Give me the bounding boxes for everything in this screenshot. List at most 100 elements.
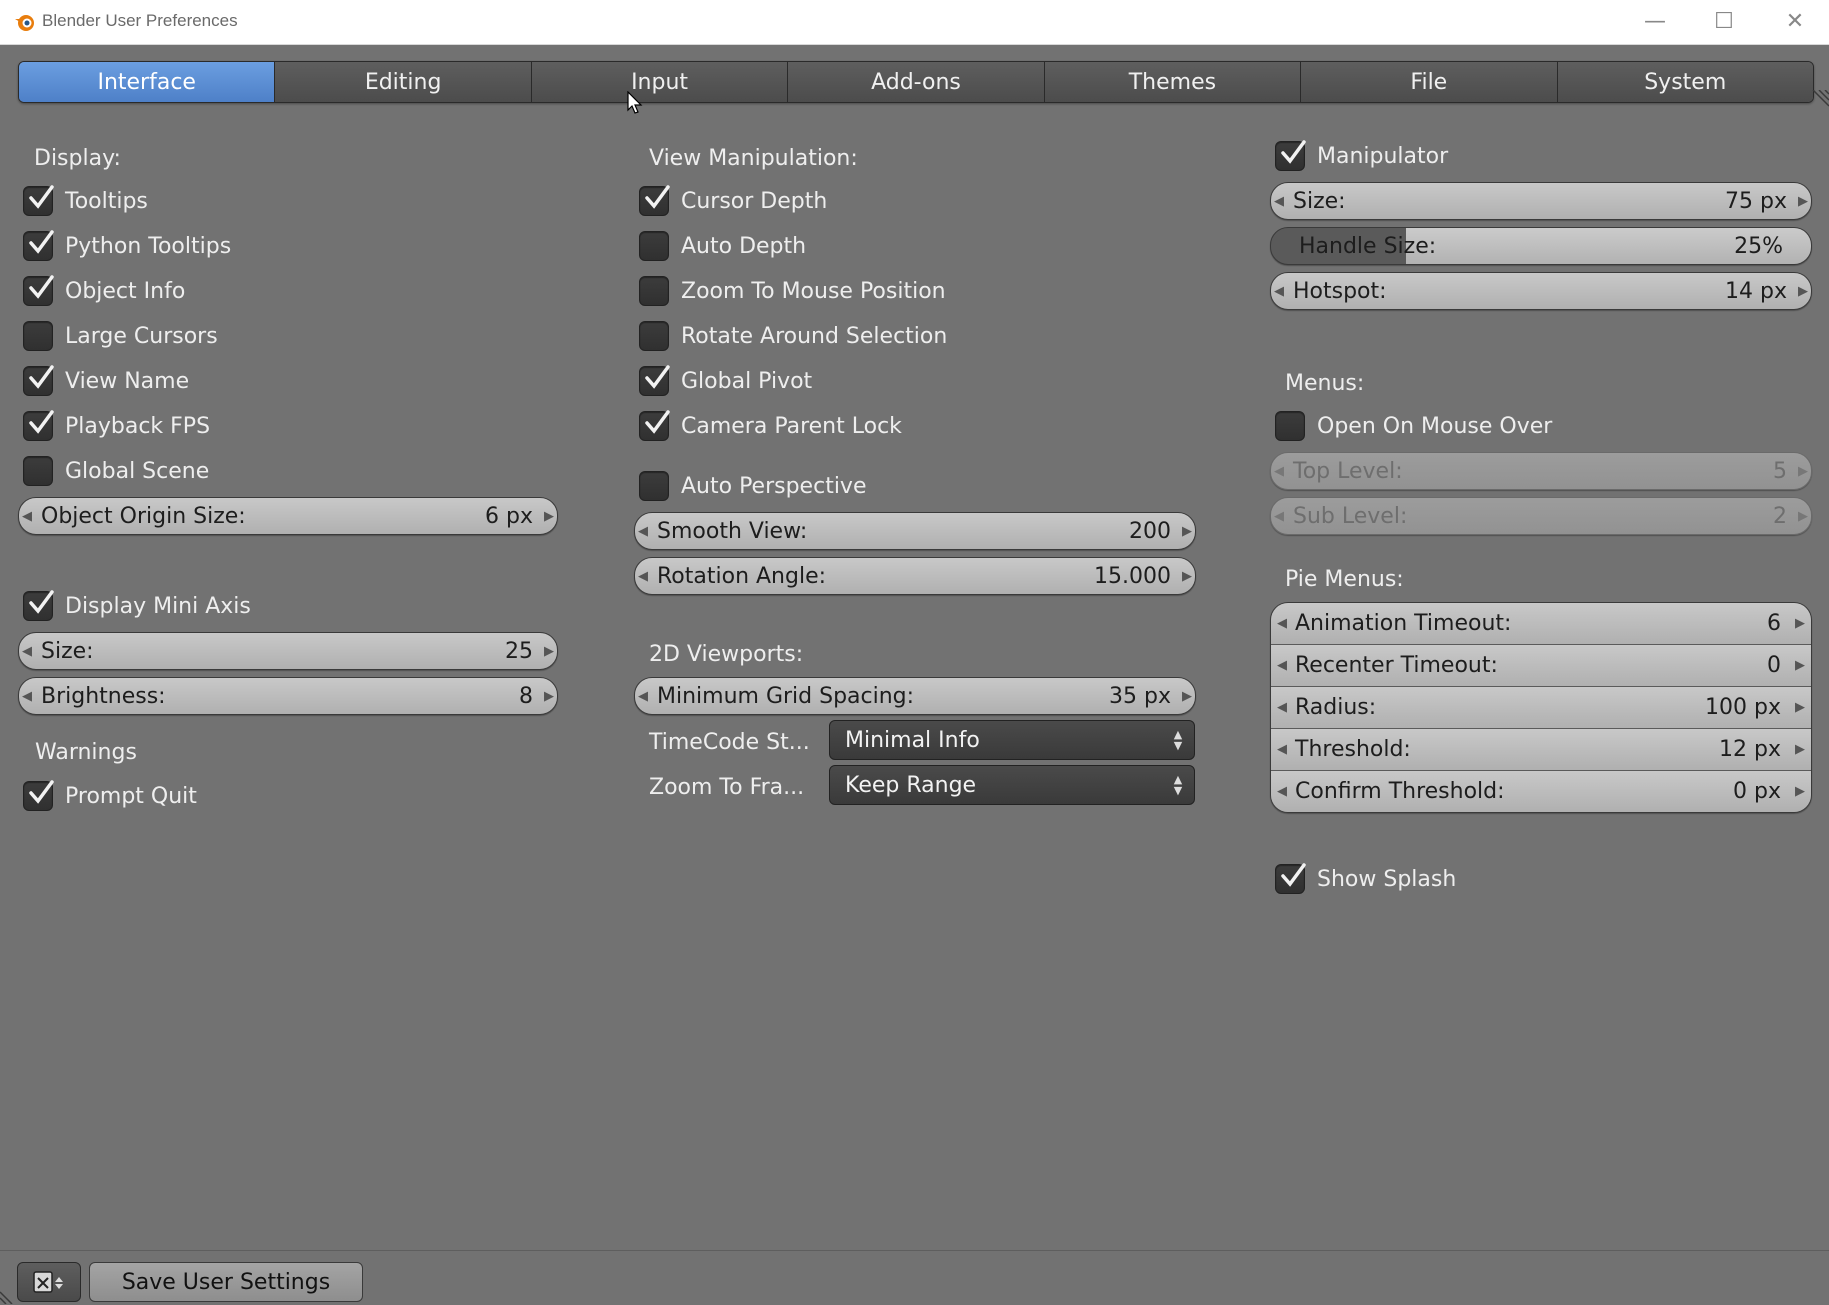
checkbox[interactable] xyxy=(639,365,670,396)
zoom-to-mouse-position-checkbox[interactable]: Zoom To Mouse Position xyxy=(639,276,946,306)
show-splash-checkbox[interactable]: Show Splash xyxy=(1275,863,1456,894)
checkbox[interactable] xyxy=(639,185,670,216)
mini-axis-size-field[interactable]: ◀ Size: 25 ▶ xyxy=(18,632,558,670)
save-user-settings-button[interactable]: Save User Settings xyxy=(89,1262,363,1302)
checkbox[interactable] xyxy=(1275,863,1306,894)
increment-arrow-icon[interactable]: ▶ xyxy=(1795,194,1811,209)
decrement-arrow-icon[interactable]: ◀ xyxy=(635,569,651,584)
decrement-arrow-icon[interactable]: ◀ xyxy=(19,644,35,659)
blender-logo-icon xyxy=(15,15,34,31)
menus-section-header: Menus: xyxy=(1285,371,1364,396)
checkbox[interactable] xyxy=(23,321,53,351)
object-info-checkbox[interactable]: Object Info xyxy=(23,275,186,306)
global-scene-checkbox[interactable]: Global Scene xyxy=(23,456,209,486)
checkbox[interactable] xyxy=(23,230,54,261)
checkbox[interactable] xyxy=(23,590,54,621)
tab-file[interactable]: File xyxy=(1301,62,1558,102)
radius-field[interactable]: ◀ Radius: 100 px ▶ xyxy=(1271,687,1811,729)
zoom-to-frame-select[interactable]: Keep Range ▲ ▼ xyxy=(829,765,1195,805)
rotate-around-selection-checkbox[interactable]: Rotate Around Selection xyxy=(639,321,947,351)
increment-arrow-icon[interactable]: ▶ xyxy=(541,509,557,524)
playback-fps-checkbox[interactable]: Playback FPS xyxy=(23,410,210,441)
decrement-arrow-icon[interactable]: ◀ xyxy=(19,689,35,704)
decrement-arrow-icon[interactable]: ◀ xyxy=(635,689,651,704)
increment-arrow-icon[interactable]: ▶ xyxy=(1789,658,1811,673)
large-cursors-checkbox[interactable]: Large Cursors xyxy=(23,321,218,351)
auto-perspective-checkbox[interactable]: Auto Perspective xyxy=(639,471,867,501)
checkbox-label: Object Info xyxy=(65,278,186,304)
global-pivot-checkbox[interactable]: Global Pivot xyxy=(639,365,812,396)
checkbox[interactable] xyxy=(1275,140,1306,171)
increment-arrow-icon[interactable]: ▶ xyxy=(541,689,557,704)
tab-interface[interactable]: Interface xyxy=(19,62,276,102)
decrement-arrow-icon[interactable]: ◀ xyxy=(1271,284,1287,299)
decrement-arrow-icon[interactable]: ◀ xyxy=(635,524,651,539)
cursor-depth-checkbox[interactable]: Cursor Depth xyxy=(639,185,827,216)
increment-arrow-icon[interactable]: ▶ xyxy=(1179,524,1195,539)
confirm-threshold-field[interactable]: ◀ Confirm Threshold: 0 px ▶ xyxy=(1271,771,1811,812)
minimize-button[interactable]: — xyxy=(1630,6,1680,36)
threshold-field[interactable]: ◀ Threshold: 12 px ▶ xyxy=(1271,729,1811,771)
increment-arrow-icon[interactable]: ▶ xyxy=(1789,616,1811,631)
area-corner-handle-icon[interactable] xyxy=(1807,90,1829,112)
editor-type-button[interactable] xyxy=(17,1262,81,1302)
tab-input[interactable]: Input xyxy=(531,62,789,102)
rotation-angle-field[interactable]: ◀ Rotation Angle: 15.000 ▶ xyxy=(634,557,1196,595)
checkbox[interactable] xyxy=(639,231,669,261)
checkbox[interactable] xyxy=(639,321,669,351)
minimum-grid-spacing-field[interactable]: ◀ Minimum Grid Spacing: 35 px ▶ xyxy=(634,677,1196,715)
checkbox[interactable] xyxy=(639,471,669,501)
tooltips-checkbox[interactable]: Tooltips xyxy=(23,185,148,216)
object-origin-size-field[interactable]: ◀ Object Origin Size: 6 px ▶ xyxy=(18,497,558,535)
manipulator-checkbox[interactable]: Manipulator xyxy=(1275,140,1448,171)
checkbox[interactable] xyxy=(639,276,669,306)
field-label: Threshold: xyxy=(1295,737,1411,762)
timecode-style-select[interactable]: Minimal Info ▲ ▼ xyxy=(829,720,1195,760)
camera-parent-lock-checkbox[interactable]: Camera Parent Lock xyxy=(639,410,902,441)
checkbox[interactable] xyxy=(23,185,54,216)
tab-add-ons[interactable]: Add-ons xyxy=(788,62,1045,102)
tab-editing[interactable]: Editing xyxy=(275,62,532,102)
hotspot-field[interactable]: ◀ Hotspot: 14 px ▶ xyxy=(1270,272,1812,310)
display-mini-axis-checkbox[interactable]: Display Mini Axis xyxy=(23,590,251,621)
smooth-view-field[interactable]: ◀ Smooth View: 200 ▶ xyxy=(634,512,1196,550)
manipulator-size-field[interactable]: ◀ Size: 75 px ▶ xyxy=(1270,182,1812,220)
auto-depth-checkbox[interactable]: Auto Depth xyxy=(639,231,806,261)
area-corner-handle-icon-bottom[interactable] xyxy=(0,1286,18,1304)
decrement-arrow-icon[interactable]: ◀ xyxy=(1271,742,1293,757)
checkbox[interactable] xyxy=(23,410,54,441)
increment-arrow-icon[interactable]: ▶ xyxy=(541,644,557,659)
checkbox[interactable] xyxy=(23,275,54,306)
decrement-arrow-icon[interactable]: ◀ xyxy=(19,509,35,524)
handle-size-slider[interactable]: Handle Size: 25% xyxy=(1270,227,1812,265)
decrement-arrow-icon[interactable]: ◀ xyxy=(1271,784,1293,799)
mini-axis-brightness-field[interactable]: ◀ Brightness: 8 ▶ xyxy=(18,677,558,715)
view-name-checkbox[interactable]: View Name xyxy=(23,365,189,396)
animation-timeout-field[interactable]: ◀ Animation Timeout: 6 ▶ xyxy=(1271,603,1811,645)
tab-system[interactable]: System xyxy=(1557,62,1813,102)
increment-arrow-icon[interactable]: ▶ xyxy=(1789,742,1811,757)
decrement-arrow-icon[interactable]: ◀ xyxy=(1271,194,1287,209)
increment-arrow-icon[interactable]: ▶ xyxy=(1179,689,1195,704)
decrement-arrow-icon[interactable]: ◀ xyxy=(1271,658,1293,673)
checkbox[interactable] xyxy=(639,410,670,441)
increment-arrow-icon[interactable]: ▶ xyxy=(1789,700,1811,715)
maximize-button[interactable]: ☐ xyxy=(1699,6,1749,36)
close-window-button[interactable]: ✕ xyxy=(1770,6,1820,36)
tab-themes[interactable]: Themes xyxy=(1044,62,1302,102)
increment-arrow-icon[interactable]: ▶ xyxy=(1179,569,1195,584)
checkbox[interactable] xyxy=(23,456,53,486)
increment-arrow-icon[interactable]: ▶ xyxy=(1795,284,1811,299)
open-on-mouse-over-checkbox[interactable]: Open On Mouse Over xyxy=(1275,411,1552,441)
checkbox[interactable] xyxy=(23,780,54,811)
python-tooltips-checkbox[interactable]: Python Tooltips xyxy=(23,230,231,261)
recenter-timeout-field[interactable]: ◀ Recenter Timeout: 0 ▶ xyxy=(1271,645,1811,687)
prompt-quit-checkbox[interactable]: Prompt Quit xyxy=(23,780,197,811)
checkbox[interactable] xyxy=(23,365,54,396)
view-manipulation-section-header: View Manipulation: xyxy=(649,146,858,171)
checkbox[interactable] xyxy=(1275,411,1305,441)
increment-arrow-icon[interactable]: ▶ xyxy=(1789,784,1811,799)
decrement-arrow-icon[interactable]: ◀ xyxy=(1271,700,1293,715)
field-label: Handle Size: xyxy=(1299,233,1437,259)
decrement-arrow-icon[interactable]: ◀ xyxy=(1271,616,1293,631)
